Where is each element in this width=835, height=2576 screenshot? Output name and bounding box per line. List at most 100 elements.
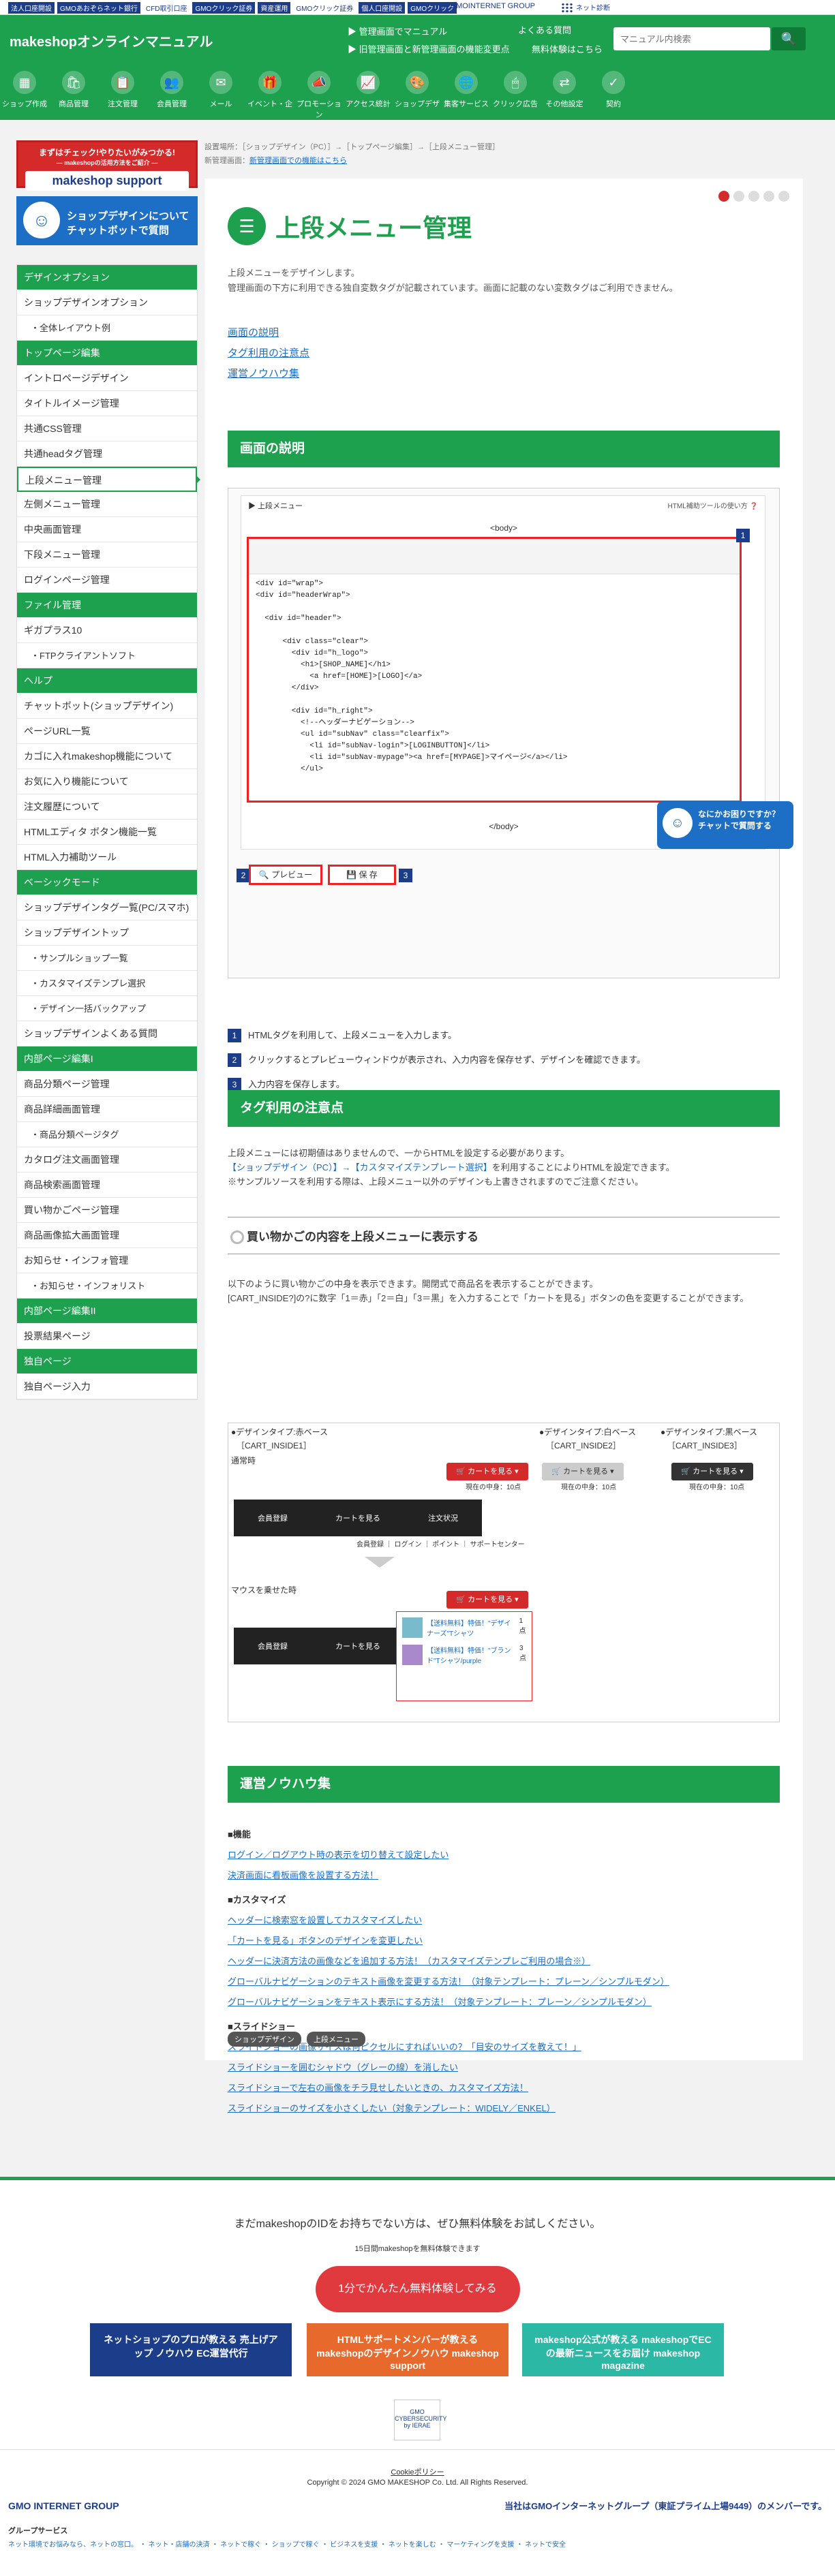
support-banner[interactable]: まずはチェック!やりたいがみつかる! — makeshopの活用方法をご紹介 —…	[16, 140, 198, 191]
knowhow-link[interactable]: ヘッダーに検索窓を設置してカスタマイズしたい	[228, 1910, 780, 1931]
header-link-changes[interactable]: ▶ 旧管理画面と新管理画面の機能変更点	[348, 42, 510, 55]
sidebar-item[interactable]: タイトルイメージ管理	[17, 391, 197, 416]
share-icon[interactable]	[733, 191, 744, 202]
sidebar-item[interactable]: ショップデザインタグ一覧(PC/スマホ)	[17, 895, 197, 920]
sidebar-item[interactable]: 共通headタグ管理	[17, 441, 197, 467]
toc-link[interactable]: 画面の説明	[228, 323, 309, 343]
sidebar-item[interactable]: ショップデザインよくある質問	[17, 1021, 197, 1046]
nav-item[interactable]: 🎨 ショップデザ	[393, 65, 442, 120]
apps-icon[interactable]	[561, 2, 573, 12]
sidebar-item[interactable]: 上段メニュー管理	[17, 467, 200, 492]
knowhow-link[interactable]: 決済画面に看板画像を設置する方法！	[228, 1865, 780, 1886]
security-seal[interactable]: GMO CYBERSECURITY by IERAE	[394, 2400, 447, 2440]
search-input[interactable]	[613, 27, 770, 50]
tag-badge[interactable]: ショップデザイン	[228, 2032, 301, 2047]
sidebar-item[interactable]: 商品検索画面管理	[17, 1173, 197, 1198]
sidebar-item[interactable]: カゴに入れmakeshop機能について	[17, 744, 197, 769]
header-link-manual[interactable]: ▶ 管理画面でマニュアル	[348, 25, 447, 37]
design-banner[interactable]: HTMLサポートメンバーが教える makeshopのデザインノウハウ makes…	[307, 2323, 508, 2376]
sidebar-item[interactable]: 独自ページ入力	[17, 1374, 197, 1399]
gmo-logo[interactable]: GMOINTERNET GROUP	[451, 2, 535, 10]
sidebar-item[interactable]: 買い物かごページ管理	[17, 1198, 197, 1223]
nav-item[interactable]: ✉ メール	[196, 65, 245, 120]
nav-item[interactable]: 👥 会員管理	[147, 65, 196, 120]
nav-item[interactable]: 🖱 クリック広告	[491, 65, 540, 120]
group-link[interactable]: GMOクリック証券	[293, 2, 356, 14]
sidebar-item[interactable]: 商品画像拡大画面管理	[17, 1223, 197, 1248]
group-link[interactable]: GMOあおぞらネット銀行	[57, 2, 140, 14]
faq-link[interactable]: よくある質問	[518, 23, 571, 36]
sidebar-item[interactable]: ショップデザインオプション	[17, 290, 197, 315]
group-link[interactable]: GMOクリック証券	[192, 2, 256, 14]
sidebar-item[interactable]: ページURL一覧	[17, 719, 197, 744]
chatbot-widget[interactable]: ☺ なにかお困りですか？ チャットで質問する	[657, 801, 793, 849]
pinterest-icon[interactable]	[718, 191, 729, 202]
group-right-link[interactable]: ネット診断	[576, 2, 610, 12]
gmo-group-logo[interactable]: GMO INTERNET GROUP	[8, 2500, 119, 2511]
sidebar-item[interactable]: ギガプラス10	[17, 618, 197, 643]
sidebar-item[interactable]: ・FTPクライアントソフト	[17, 643, 197, 668]
nav-item[interactable]: 🎁 イベント・企	[245, 65, 294, 120]
sidebar-item[interactable]: HTML入力補助ツール	[17, 845, 197, 870]
nav-item[interactable]: ✓ 契約	[589, 65, 638, 120]
sidebar-item[interactable]: ・全体レイアウト例	[17, 315, 197, 341]
sidebar-item[interactable]: ・商品分類ページタグ	[17, 1122, 197, 1147]
sidebar-item[interactable]: 下段メニュー管理	[17, 542, 197, 568]
group-member-text[interactable]: 当社はGMOインターネットグループ（東証プライム上場9449）のメンバーです。	[504, 2499, 827, 2512]
new-admin-link[interactable]: 新管理画面での機能はこちら	[249, 157, 347, 165]
knowhow-link[interactable]: グローバルナビゲーションのテキスト画像を変更する方法！（対象テンプレート：プレー…	[228, 1972, 780, 1992]
nav-item[interactable]: 📈 アクセス統計	[344, 65, 393, 120]
knowhow-banner[interactable]: ネットショップのプロが教える 売上げアップ ノウハウ EC運営代行	[90, 2323, 292, 2376]
tag-badge[interactable]: 上段メニュー	[307, 2032, 365, 2047]
magazine-banner[interactable]: makeshop公式が教える makeshopでECの最新ニュースをお届け ma…	[522, 2323, 724, 2376]
toc-link[interactable]: 運営ノウハウ集	[228, 364, 309, 384]
sidebar-item[interactable]: 共通CSS管理	[17, 416, 197, 441]
template-link[interactable]: 【ショップデザイン（PC）】→【カスタマイズテンプレート選択】	[228, 1162, 492, 1173]
sidebar-item[interactable]: ・デザイン一括バックアップ	[17, 996, 197, 1021]
group-link[interactable]: 資産運用	[258, 2, 291, 14]
free-trial-button[interactable]: 1分でかんたん無料体験してみる	[315, 2266, 520, 2312]
sidebar-item[interactable]: 左側メニュー管理	[17, 492, 197, 517]
nav-item[interactable]: ▦ ショップ作成	[0, 65, 49, 120]
sidebar-item[interactable]: ショップデザイントップ	[17, 920, 197, 946]
sidebar-item[interactable]: カタログ注文画面管理	[17, 1147, 197, 1173]
knowhow-link[interactable]: スライドショーを囲むシャドウ（グレーの線）を消したい	[228, 2058, 780, 2078]
group-link[interactable]: 個人口座開設	[359, 2, 406, 14]
free-trial-link[interactable]: 無料体験はこちら	[532, 42, 603, 55]
sidebar-item[interactable]: 注文履歴について	[17, 794, 197, 820]
sidebar-item[interactable]: チャットボット(ショップデザイン)	[17, 694, 197, 719]
nav-item[interactable]: 📣 プロモーション	[294, 65, 344, 120]
sidebar-item[interactable]: 投票結果ページ	[17, 1324, 197, 1349]
site-logo[interactable]: makeshopオンラインマニュアル	[10, 31, 213, 50]
group-link[interactable]: 法人口座開設	[8, 2, 55, 14]
nav-item[interactable]: 📋 注文管理	[98, 65, 147, 120]
sidebar-item[interactable]: ・お知らせ・インフォリスト	[17, 1273, 197, 1299]
nav-item[interactable]: 🌐 集客サービス	[442, 65, 491, 120]
sidebar-item[interactable]: イントロページデザイン	[17, 366, 197, 391]
share-icon[interactable]	[748, 191, 759, 202]
sidebar-item[interactable]: 商品分類ページ管理	[17, 1072, 197, 1097]
group-link[interactable]: GMOクリック	[408, 2, 457, 14]
mobile-icon[interactable]	[778, 191, 789, 202]
nav-item[interactable]: 🛍 商品管理	[49, 65, 98, 120]
group-link[interactable]: CFD取引口座	[142, 2, 190, 14]
sidebar-item[interactable]: 中央画面管理	[17, 517, 197, 542]
knowhow-link[interactable]: ログイン／ログアウト時の表示を切り替えて設定したい	[228, 1845, 780, 1865]
chatbot-banner[interactable]: ☺ ショップデザインについて チャットボットで質問	[16, 196, 198, 245]
group-services-links[interactable]: ネット環境でお悩みなら、ネットの窓口。 ・ ネット・店舗の決済 ・ ネットで稼ぐ…	[8, 2539, 566, 2549]
knowhow-link[interactable]: グローバルナビゲーションをテキスト表示にする方法！（対象テンプレート：プレーン／…	[228, 1992, 780, 2013]
sidebar-item[interactable]: お知らせ・インフォ管理	[17, 1248, 197, 1273]
pc-icon[interactable]	[763, 191, 774, 202]
knowhow-link[interactable]: 「カートを見る」ボタンのデザインを変更したい	[228, 1931, 780, 1951]
knowhow-link[interactable]: スライドショーのサイズを小さくしたい（対象テンプレート：WIDELY／ENKEL…	[228, 2098, 780, 2119]
toc-link[interactable]: タグ利用の注意点	[228, 343, 309, 364]
knowhow-link[interactable]: ヘッダーに決済方法の画像などを追加する方法！（カスタマイズテンプレご利用の場合※…	[228, 1951, 780, 1972]
sidebar-item[interactable]: ・サンプルショップ一覧	[17, 946, 197, 971]
sidebar-item[interactable]: HTMLエディタ ボタン機能一覧	[17, 820, 197, 845]
nav-item[interactable]: ⇄ その他設定	[540, 65, 589, 120]
sidebar-item[interactable]: ・カスタマイズテンプレ選択	[17, 971, 197, 996]
knowhow-link[interactable]: スライドショーで左右の画像をチラ見せしたいときの、カスタマイズ方法！	[228, 2078, 780, 2098]
search-button[interactable]: 🔍	[772, 27, 806, 50]
sidebar-item[interactable]: お気に入り機能について	[17, 769, 197, 794]
cookie-link[interactable]: Cookieポリシー	[0, 2466, 835, 2477]
